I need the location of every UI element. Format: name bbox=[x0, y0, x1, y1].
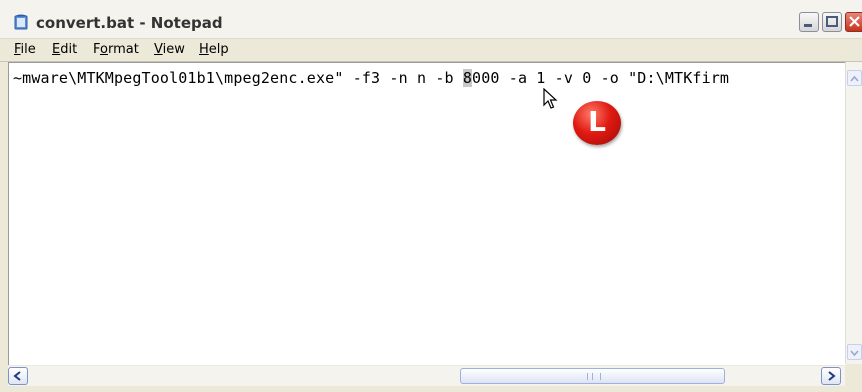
scroll-left-icon bbox=[13, 371, 21, 381]
minimize-button[interactable] bbox=[799, 12, 819, 32]
code-line[interactable]: ~mware\MTKMpegTool01b1\mpeg2enc.exe" -f3… bbox=[13, 69, 729, 87]
size-grip[interactable] bbox=[845, 366, 862, 386]
title-bar[interactable]: convert.bat - Notepad bbox=[0, 0, 862, 39]
menu-edit[interactable]: Edit bbox=[52, 42, 77, 57]
scroll-up-icon bbox=[850, 75, 859, 82]
scroll-thumb[interactable] bbox=[460, 368, 725, 384]
code-text-after: 000 -a 1 -v 0 -o "D:\MTKfirm bbox=[472, 69, 730, 87]
scroll-down-button[interactable] bbox=[847, 344, 862, 360]
notepad-window: convert.bat - Notepad File Edit Format V… bbox=[0, 0, 862, 392]
menu-format[interactable]: Format bbox=[93, 42, 139, 57]
close-icon bbox=[849, 16, 860, 27]
vertical-scrollbar[interactable] bbox=[845, 62, 862, 364]
minimize-icon bbox=[804, 24, 812, 27]
mouse-pointer-icon bbox=[543, 88, 558, 109]
menu-view[interactable]: View bbox=[154, 42, 185, 57]
menu-bar: File Edit Format View Help bbox=[0, 39, 862, 62]
badge-letter: L bbox=[588, 105, 606, 138]
scroll-left-button[interactable] bbox=[8, 367, 28, 385]
scroll-right-icon bbox=[828, 371, 836, 381]
text-editor[interactable]: ~mware\MTKMpegTool01b1\mpeg2enc.exe" -f3… bbox=[8, 62, 846, 365]
annotation-badge: L bbox=[573, 101, 621, 145]
menu-help[interactable]: Help bbox=[199, 42, 229, 57]
notepad-icon bbox=[14, 14, 28, 30]
thumb-grip bbox=[587, 373, 601, 380]
maximize-button[interactable] bbox=[822, 12, 842, 32]
code-text-before: ~mware\MTKMpegTool01b1\mpeg2enc.exe" -f3… bbox=[13, 69, 463, 87]
maximize-icon bbox=[826, 16, 838, 27]
selected-text: 8 bbox=[462, 69, 473, 87]
close-button[interactable] bbox=[845, 12, 862, 32]
menu-file[interactable]: File bbox=[14, 42, 36, 57]
scroll-right-button[interactable] bbox=[821, 367, 841, 385]
horizontal-scrollbar[interactable] bbox=[8, 366, 845, 386]
window-title: convert.bat - Notepad bbox=[36, 14, 223, 32]
window-bottom-border bbox=[0, 386, 862, 392]
scroll-down-icon bbox=[850, 350, 859, 357]
scroll-up-button[interactable] bbox=[847, 70, 862, 86]
